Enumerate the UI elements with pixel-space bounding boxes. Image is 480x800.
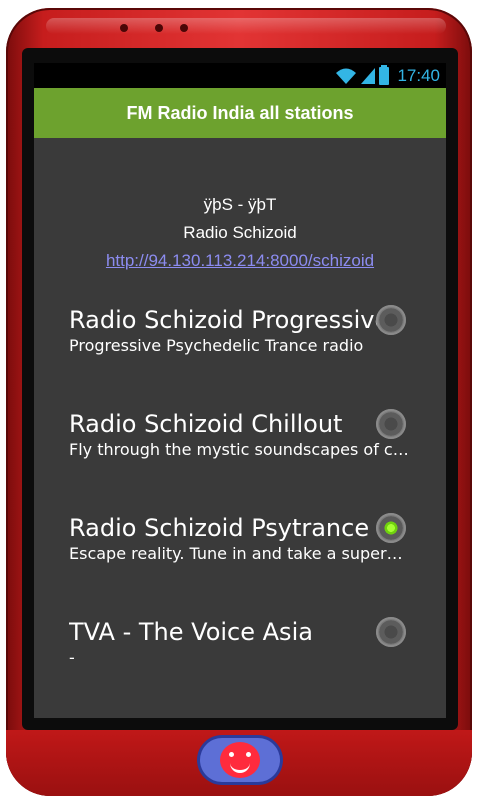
eye-icon (246, 752, 251, 757)
app-title: FM Radio India all stations (126, 102, 354, 123)
radio-button-icon[interactable] (376, 617, 406, 647)
radio-button-icon[interactable] (376, 409, 406, 439)
eye-icon (229, 752, 234, 757)
station-item[interactable]: Radio Schizoid Progressive Progressive P… (34, 295, 446, 399)
now-playing-title: ÿþS - ÿþT (203, 195, 277, 214)
camera-dot-icon (120, 24, 128, 32)
station-description: Escape reality. Tune in and take a super… (69, 544, 409, 563)
station-name: Radio Schizoid Progressive (69, 306, 390, 334)
now-playing-panel: ÿþS - ÿþT Radio Schizoid http://94.130.1… (34, 193, 446, 273)
station-item[interactable]: Radio Schizoid Chillout Fly through the … (34, 399, 446, 503)
wifi-icon (336, 68, 357, 84)
radio-button-checked-icon[interactable] (376, 513, 406, 543)
app-bar: FM Radio India all stations (34, 88, 446, 138)
stream-url-link[interactable]: http://94.130.113.214:8000/schizoid (34, 249, 446, 273)
station-description: - (69, 648, 75, 667)
station-item[interactable]: Radio Schizoid Psytrance Escape reality.… (34, 503, 446, 607)
radio-button-icon[interactable] (376, 305, 406, 335)
app-screen: 17:40 FM Radio India all stations ÿþS - … (34, 63, 446, 718)
station-list: Radio Schizoid Progressive Progressive P… (34, 295, 446, 711)
signal-icon (361, 68, 376, 84)
now-playing-station: Radio Schizoid (183, 223, 297, 242)
phone-shine (46, 18, 446, 34)
status-time: 17:40 (397, 66, 440, 85)
battery-icon (379, 65, 390, 85)
status-bar: 17:40 (34, 63, 446, 88)
station-description: Progressive Psychedelic Trance radio (69, 336, 364, 355)
station-name: Radio Schizoid Chillout (69, 410, 343, 438)
camera-dot-icon (155, 24, 163, 32)
station-name: Radio Schizoid Psytrance (69, 514, 370, 542)
station-item[interactable]: TVA - The Voice Asia - (34, 607, 446, 711)
station-name: TVA - The Voice Asia (69, 618, 313, 646)
station-description: Fly through the mystic soundscapes of ch… (69, 440, 409, 459)
camera-dot-icon (180, 24, 188, 32)
